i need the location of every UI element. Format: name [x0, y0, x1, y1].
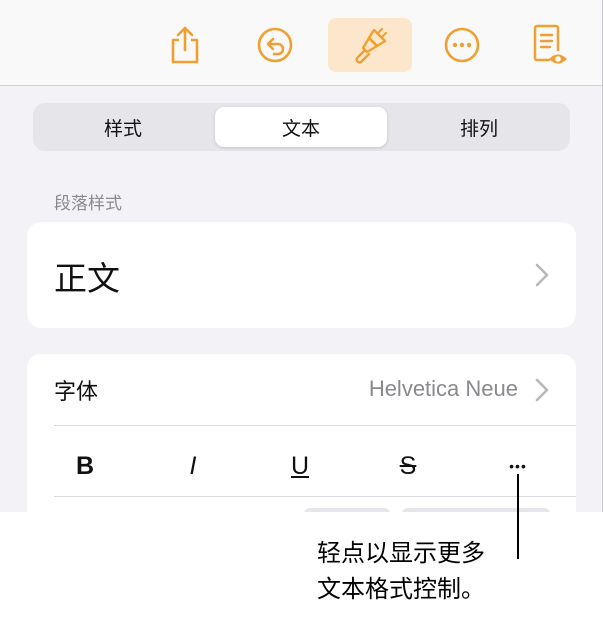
ellipsis-icon: •••	[509, 458, 527, 474]
format-panel: 样式 文本 排列 段落样式 正文 字体 Helvetica Neue B I U…	[0, 0, 603, 512]
underline-label: U	[290, 451, 310, 480]
bold-button[interactable]: B	[65, 446, 105, 486]
italic-label: I	[189, 451, 197, 480]
font-row[interactable]: 字体 Helvetica Neue	[27, 354, 576, 426]
tab-arrange[interactable]: 排列	[393, 107, 565, 147]
more-button[interactable]	[420, 18, 504, 72]
strikethrough-button[interactable]: S	[388, 446, 428, 486]
callout-line	[517, 474, 519, 559]
partial-control	[402, 508, 550, 512]
toolbar	[0, 0, 602, 86]
paragraph-style-section-label: 段落样式	[54, 194, 122, 214]
chevron-right-icon	[535, 378, 549, 402]
callout-line-2: 文本格式控制。	[317, 575, 485, 603]
share-button[interactable]	[143, 18, 227, 72]
view-button[interactable]	[508, 18, 592, 72]
divider	[54, 496, 576, 497]
undo-icon	[257, 27, 293, 63]
ellipsis-circle-icon	[444, 27, 480, 63]
paragraph-style-value: 正文	[54, 259, 120, 298]
tab-arrange-label: 排列	[459, 117, 498, 140]
font-card: 字体 Helvetica Neue B I U S •••	[27, 354, 576, 512]
tab-style-label: 样式	[103, 117, 142, 140]
format-button[interactable]	[328, 18, 412, 72]
bold-label: B	[75, 451, 95, 480]
underline-button[interactable]: U	[280, 446, 320, 486]
tab-control: 样式 文本 排列	[33, 103, 570, 151]
share-icon	[171, 26, 199, 64]
font-value: Helvetica Neue	[368, 376, 518, 401]
partial-control	[304, 508, 390, 512]
divider	[54, 425, 576, 426]
document-eye-icon	[533, 24, 567, 64]
paintbrush-icon	[355, 27, 388, 64]
callout-line-1: 轻点以显示更多	[317, 539, 485, 567]
chevron-right-icon	[535, 263, 549, 287]
font-label: 字体	[54, 380, 99, 405]
tab-style[interactable]: 样式	[37, 107, 209, 147]
tab-text[interactable]: 文本	[215, 107, 387, 147]
undo-button[interactable]	[233, 18, 317, 72]
italic-button[interactable]: I	[173, 446, 213, 486]
strikethrough-label: S	[399, 451, 417, 480]
tab-text-label: 文本	[281, 117, 320, 140]
paragraph-style-row[interactable]: 正文	[27, 222, 576, 328]
